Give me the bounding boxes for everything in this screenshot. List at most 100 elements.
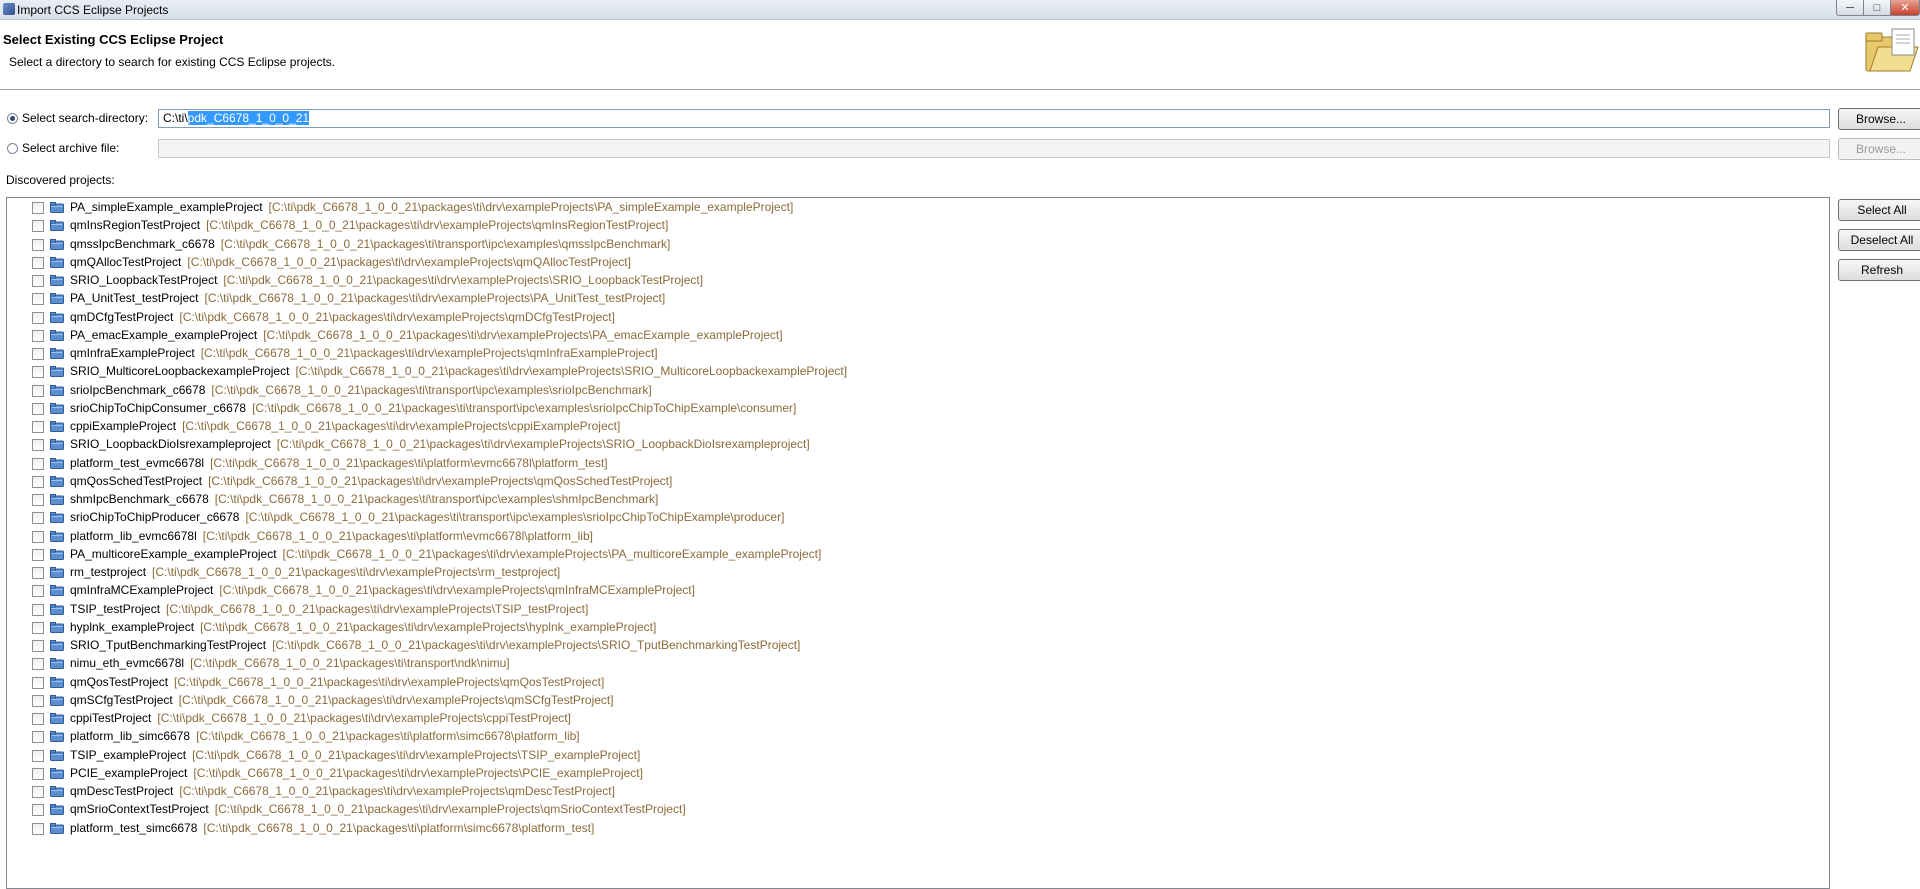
project-checkbox[interactable] [32, 713, 44, 725]
project-checkbox[interactable] [32, 603, 44, 616]
project-path: [C:\ti\pdk_C6678_1_0_0_21\packages\ti\dr… [178, 692, 614, 707]
project-checkbox[interactable] [32, 767, 44, 780]
project-checkbox[interactable] [32, 366, 44, 379]
project-checkbox[interactable] [32, 621, 44, 634]
project-name-text: rm_testproject [70, 565, 147, 579]
project-folder-icon [50, 475, 64, 487]
project-checkbox[interactable] [32, 676, 44, 689]
project-name: cppiTestProject [C:\ti\pdk_C6678_1_0_0_21… [70, 711, 571, 725]
project-folder-icon [50, 421, 64, 432]
project-name-text: qmInfraExampleProject [70, 346, 195, 360]
wizard-header: Select Existing CCS Eclipse Project Sele… [0, 20, 1920, 90]
project-folder-icon [50, 585, 64, 597]
project-name-text: cppiTestProject [70, 711, 152, 725]
project-name: PA_multicoreExample_exampleProject [C:\ti… [70, 547, 821, 561]
project-checkbox[interactable] [32, 731, 44, 744]
search-directory-radio[interactable] [7, 113, 18, 124]
project-checkbox[interactable] [32, 220, 44, 233]
project-checkbox[interactable] [32, 786, 44, 798]
project-folder-icon [50, 384, 64, 396]
project-name-text: platform_test_evmc6678l [70, 455, 205, 470]
project-name-text: qmssIpcBenchmark_c6678 [70, 236, 215, 251]
project-path: [C:\ti\pdk_C6678_1_0_0_21\packages\ti\tr… [220, 236, 671, 251]
project-checkbox[interactable] [32, 694, 44, 707]
archive-file-radio[interactable] [7, 143, 18, 154]
project-name-text: SRIO_MulticoreLoopbackexampleProject [70, 364, 290, 379]
project-folder-icon [50, 366, 64, 378]
deselect-all-button[interactable]: Deselect All [1838, 229, 1920, 251]
project-name-text: hyplnk_exampleProject [70, 619, 195, 634]
project-checkbox[interactable] [32, 384, 44, 397]
project-name: qmssIpcBenchmark_c6678 [C:\ti\pdk_C6678_1… [70, 237, 670, 251]
browse-directory-button[interactable]: Browse... [1838, 108, 1920, 130]
project-checkbox[interactable] [32, 256, 44, 269]
project-folder-icon [50, 567, 64, 578]
project-folder-icon [50, 402, 64, 414]
project-path: [C:\ti\pdk_C6678_1_0_0_21\packages\ti\dr… [223, 273, 704, 287]
project-checkbox[interactable] [32, 202, 44, 214]
project-checkbox[interactable] [32, 329, 44, 342]
maximize-button[interactable]: □ [1863, 0, 1891, 16]
project-checkbox[interactable] [32, 275, 44, 287]
project-checkbox[interactable] [32, 567, 44, 579]
project-checkbox[interactable] [32, 512, 44, 525]
project-path: [C:\ti\pdk_C6678_1_0_0_21\packages\ti\tr… [190, 656, 510, 671]
project-name: SRIO_LoopbackTestProject [C:\ti\pdk_C6678… [70, 273, 703, 287]
project-path: [C:\ti\pdk_C6678_1_0_0_21\packages\ti\dr… [200, 619, 657, 634]
project-checkbox[interactable] [32, 658, 44, 671]
project-folder-icon [50, 220, 64, 232]
project-path: [C:\ti\pdk_C6678_1_0_0_21\packages\ti\tr… [211, 382, 652, 397]
project-name: PCIE_exampleProject [C:\ti\pdk_C6678_1_0_… [70, 766, 643, 780]
project-checkbox[interactable] [32, 585, 44, 598]
project-name-text: qmInfraMCExampleProject [70, 583, 214, 598]
project-name: platform_lib_evmc6678l [C:\ti\pdk_C6678_1… [70, 529, 593, 543]
project-checkbox[interactable] [32, 749, 44, 762]
browse-archive-button[interactable]: Browse... [1838, 138, 1920, 160]
select-all-button[interactable]: Select All [1838, 199, 1920, 221]
project-name-text: PA_emacExample_exampleProject [70, 327, 258, 342]
project-name: TSIP_testProject [C:\ti\pdk_C6678_1_0_0_2… [70, 602, 588, 616]
project-path: [C:\ti\pdk_C6678_1_0_0_21\packages\ti\dr… [200, 346, 658, 360]
project-path: [C:\ti\pdk_C6678_1_0_0_21\packages\ti\dr… [157, 711, 571, 725]
project-checkbox[interactable] [32, 548, 44, 561]
project-checkbox[interactable] [32, 439, 44, 452]
project-folder-icon [50, 457, 64, 469]
project-name: SRIO_MulticoreLoopbackexampleProject [C:\… [70, 364, 847, 378]
project-name: qmDCfgTestProject [C:\ti\pdk_C6678_1_0_0_… [70, 310, 615, 324]
project-path: [C:\ti\pdk_C6678_1_0_0_21\packages\ti\dr… [174, 674, 605, 689]
project-name-text: shmIpcBenchmark_c6678 [70, 492, 209, 506]
project-path: [C:\ti\pdk_C6678_1_0_0_21\packages\ti\dr… [282, 546, 822, 561]
project-checkbox[interactable] [32, 348, 44, 360]
project-folder-icon [50, 494, 64, 505]
project-list[interactable]: PA_simpleExample_exampleProject [C:\ti\pd… [6, 197, 1830, 889]
search-directory-selected-text: pdk_C6678_1_0_0_21 [187, 111, 310, 125]
project-checkbox[interactable] [32, 640, 44, 652]
project-checkbox[interactable] [32, 238, 44, 251]
discovered-projects-label: Discovered projects: [6, 173, 115, 187]
project-checkbox[interactable] [32, 311, 44, 324]
project-folder-icon [50, 275, 64, 286]
project-checkbox[interactable] [32, 475, 44, 488]
minimize-button[interactable]: ─ [1836, 0, 1864, 16]
project-folder-icon [50, 804, 64, 816]
project-checkbox[interactable] [32, 457, 44, 470]
refresh-button[interactable]: Refresh [1838, 259, 1920, 281]
project-folder-icon [50, 293, 64, 305]
project-folder-icon [50, 548, 64, 560]
close-button[interactable]: ✕ [1890, 0, 1920, 16]
archive-file-input[interactable] [158, 139, 1830, 158]
project-folder-icon [50, 238, 64, 250]
project-checkbox[interactable] [32, 494, 44, 506]
project-path: [C:\ti\pdk_C6678_1_0_0_21\packages\ti\pl… [203, 820, 595, 835]
project-checkbox[interactable] [32, 530, 44, 543]
project-path: [C:\ti\pdk_C6678_1_0_0_21\packages\ti\dr… [187, 254, 631, 269]
project-path: [C:\ti\pdk_C6678_1_0_0_21\packages\ti\dr… [182, 419, 621, 433]
project-checkbox[interactable] [32, 402, 44, 415]
project-name-text: SRIO_TputBenchmarkingTestProject [70, 638, 267, 652]
project-checkbox[interactable] [32, 822, 44, 835]
project-checkbox[interactable] [32, 293, 44, 306]
project-checkbox[interactable] [32, 804, 44, 817]
project-checkbox[interactable] [32, 421, 44, 433]
search-directory-input[interactable]: C:\ti\pdk_C6678_1_0_0_21 [158, 109, 1830, 128]
project-name-text: srioChipToChipConsumer_c6678 [70, 400, 247, 415]
